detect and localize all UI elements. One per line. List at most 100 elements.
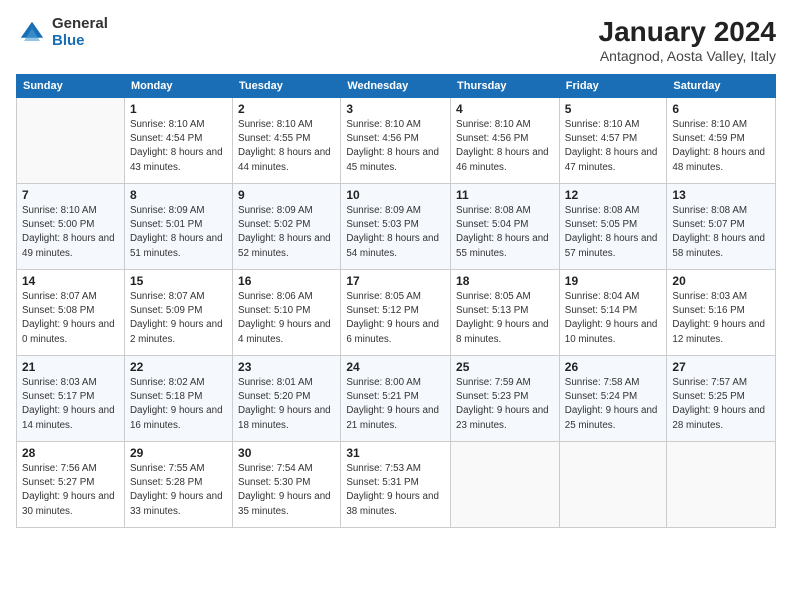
header-saturday: Saturday — [667, 75, 776, 98]
calendar-week-row: 21 Sunrise: 8:03 AM Sunset: 5:17 PM Dayli… — [17, 356, 776, 442]
day-number: 4 — [456, 102, 554, 116]
day-info: Sunrise: 8:10 AM Sunset: 4:57 PM Dayligh… — [565, 118, 662, 175]
table-row: 11Sunrise: 8:08 AM Sunset: 5:04 PM Dayli… — [451, 184, 560, 270]
table-row: 5 Sunrise: 8:10 AM Sunset: 4:57 PM Daylig… — [559, 98, 667, 184]
day-info: Sunrise: 8:03 AM Sunset: 5:16 PM Dayligh… — [672, 290, 770, 347]
day-info: Sunrise: 8:07 AM Sunset: 5:08 PM Dayligh… — [22, 290, 119, 347]
day-info: Sunrise: 8:03 AM Sunset: 5:17 PM Dayligh… — [22, 376, 119, 433]
table-row: 3 Sunrise: 8:10 AM Sunset: 4:56 PM Daylig… — [341, 98, 451, 184]
calendar-header-row: Sunday Monday Tuesday Wednesday Thursday… — [17, 75, 776, 98]
day-info: Sunrise: 7:56 AM Sunset: 5:27 PM Dayligh… — [22, 462, 119, 519]
logo: General Blue — [16, 16, 108, 49]
day-number: 16 — [238, 274, 335, 288]
logo-text: General Blue — [52, 16, 108, 49]
calendar-week-row: 7Sunrise: 8:10 AM Sunset: 5:00 PM Daylig… — [17, 184, 776, 270]
day-info: Sunrise: 7:58 AM Sunset: 5:24 PM Dayligh… — [565, 376, 662, 433]
table-row: 19Sunrise: 8:04 AM Sunset: 5:14 PM Dayli… — [559, 270, 667, 356]
day-info: Sunrise: 8:05 AM Sunset: 5:12 PM Dayligh… — [346, 290, 445, 347]
table-row: 10 Sunrise: 8:09 AM Sunset: 5:03 PM Dayli… — [341, 184, 451, 270]
table-row: 29 Sunrise: 7:55 AM Sunset: 5:28 PM Dayli… — [124, 442, 232, 528]
day-number: 25 — [456, 360, 554, 374]
day-info: Sunrise: 8:10 AM Sunset: 4:56 PM Dayligh… — [456, 118, 554, 175]
day-info: Sunrise: 8:10 AM Sunset: 4:54 PM Dayligh… — [130, 118, 227, 175]
table-row — [17, 98, 125, 184]
table-row: 13 Sunrise: 8:08 AM Sunset: 5:07 PM Dayli… — [667, 184, 776, 270]
table-row: 26 Sunrise: 7:58 AM Sunset: 5:24 PM Dayli… — [559, 356, 667, 442]
day-info: Sunrise: 8:05 AM Sunset: 5:13 PM Dayligh… — [456, 290, 554, 347]
table-row: 23 Sunrise: 8:01 AM Sunset: 5:20 PM Dayli… — [233, 356, 341, 442]
table-row: 22 Sunrise: 8:02 AM Sunset: 5:18 PM Dayli… — [124, 356, 232, 442]
day-info: Sunrise: 8:09 AM Sunset: 5:02 PM Dayligh… — [238, 204, 335, 261]
header-tuesday: Tuesday — [233, 75, 341, 98]
day-info: Sunrise: 8:10 AM Sunset: 4:59 PM Dayligh… — [672, 118, 770, 175]
header-friday: Friday — [559, 75, 667, 98]
day-number: 7 — [22, 188, 119, 202]
day-number: 12 — [565, 188, 662, 202]
table-row: 15 Sunrise: 8:07 AM Sunset: 5:09 PM Dayli… — [124, 270, 232, 356]
location-subtitle: Antagnod, Aosta Valley, Italy — [599, 48, 776, 64]
table-row: 20 Sunrise: 8:03 AM Sunset: 5:16 PM Dayli… — [667, 270, 776, 356]
day-number: 6 — [672, 102, 770, 116]
day-info: Sunrise: 8:01 AM Sunset: 5:20 PM Dayligh… — [238, 376, 335, 433]
table-row: 21 Sunrise: 8:03 AM Sunset: 5:17 PM Dayli… — [17, 356, 125, 442]
day-info: Sunrise: 8:02 AM Sunset: 5:18 PM Dayligh… — [130, 376, 227, 433]
day-number: 18 — [456, 274, 554, 288]
day-number: 8 — [130, 188, 227, 202]
calendar-week-row: 1 Sunrise: 8:10 AM Sunset: 4:54 PM Daylig… — [17, 98, 776, 184]
day-number: 26 — [565, 360, 662, 374]
header-monday: Monday — [124, 75, 232, 98]
logo-general: General — [52, 16, 108, 33]
table-row: 12Sunrise: 8:08 AM Sunset: 5:05 PM Dayli… — [559, 184, 667, 270]
day-number: 27 — [672, 360, 770, 374]
table-row: 25 Sunrise: 7:59 AM Sunset: 5:23 PM Dayli… — [451, 356, 560, 442]
table-row: 1 Sunrise: 8:10 AM Sunset: 4:54 PM Daylig… — [124, 98, 232, 184]
day-number: 21 — [22, 360, 119, 374]
header-thursday: Thursday — [451, 75, 560, 98]
day-info: Sunrise: 8:09 AM Sunset: 5:03 PM Dayligh… — [346, 204, 445, 261]
day-number: 5 — [565, 102, 662, 116]
calendar-table: Sunday Monday Tuesday Wednesday Thursday… — [16, 74, 776, 528]
day-number: 9 — [238, 188, 335, 202]
day-number: 23 — [238, 360, 335, 374]
table-row: 6 Sunrise: 8:10 AM Sunset: 4:59 PM Daylig… — [667, 98, 776, 184]
day-info: Sunrise: 8:10 AM Sunset: 4:56 PM Dayligh… — [346, 118, 445, 175]
header-wednesday: Wednesday — [341, 75, 451, 98]
day-info: Sunrise: 7:54 AM Sunset: 5:30 PM Dayligh… — [238, 462, 335, 519]
day-info: Sunrise: 8:09 AM Sunset: 5:01 PM Dayligh… — [130, 204, 227, 261]
day-info: Sunrise: 7:55 AM Sunset: 5:28 PM Dayligh… — [130, 462, 227, 519]
table-row: 27Sunrise: 7:57 AM Sunset: 5:25 PM Dayli… — [667, 356, 776, 442]
day-number: 15 — [130, 274, 227, 288]
day-number: 24 — [346, 360, 445, 374]
day-number: 20 — [672, 274, 770, 288]
day-number: 31 — [346, 446, 445, 460]
header-sunday: Sunday — [17, 75, 125, 98]
header: General Blue January 2024 Antagnod, Aost… — [16, 16, 776, 64]
day-info: Sunrise: 8:00 AM Sunset: 5:21 PM Dayligh… — [346, 376, 445, 433]
logo-blue: Blue — [52, 33, 108, 50]
table-row: 28Sunrise: 7:56 AM Sunset: 5:27 PM Dayli… — [17, 442, 125, 528]
day-number: 13 — [672, 188, 770, 202]
table-row — [667, 442, 776, 528]
calendar-week-row: 14 Sunrise: 8:07 AM Sunset: 5:08 PM Dayli… — [17, 270, 776, 356]
day-number: 14 — [22, 274, 119, 288]
day-number: 3 — [346, 102, 445, 116]
day-info: Sunrise: 7:53 AM Sunset: 5:31 PM Dayligh… — [346, 462, 445, 519]
day-number: 10 — [346, 188, 445, 202]
day-number: 1 — [130, 102, 227, 116]
page-container: General Blue January 2024 Antagnod, Aost… — [0, 0, 792, 612]
day-number: 17 — [346, 274, 445, 288]
table-row: 7Sunrise: 8:10 AM Sunset: 5:00 PM Daylig… — [17, 184, 125, 270]
day-info: Sunrise: 7:59 AM Sunset: 5:23 PM Dayligh… — [456, 376, 554, 433]
day-number: 22 — [130, 360, 227, 374]
table-row: 31 Sunrise: 7:53 AM Sunset: 5:31 PM Dayli… — [341, 442, 451, 528]
day-info: Sunrise: 8:08 AM Sunset: 5:07 PM Dayligh… — [672, 204, 770, 261]
day-number: 29 — [130, 446, 227, 460]
table-row: 9 Sunrise: 8:09 AM Sunset: 5:02 PM Daylig… — [233, 184, 341, 270]
day-info: Sunrise: 8:07 AM Sunset: 5:09 PM Dayligh… — [130, 290, 227, 347]
table-row: 14 Sunrise: 8:07 AM Sunset: 5:08 PM Dayli… — [17, 270, 125, 356]
table-row: 18 Sunrise: 8:05 AM Sunset: 5:13 PM Dayli… — [451, 270, 560, 356]
day-info: Sunrise: 8:04 AM Sunset: 5:14 PM Dayligh… — [565, 290, 662, 347]
day-number: 2 — [238, 102, 335, 116]
day-number: 11 — [456, 188, 554, 202]
day-info: Sunrise: 8:10 AM Sunset: 4:55 PM Dayligh… — [238, 118, 335, 175]
